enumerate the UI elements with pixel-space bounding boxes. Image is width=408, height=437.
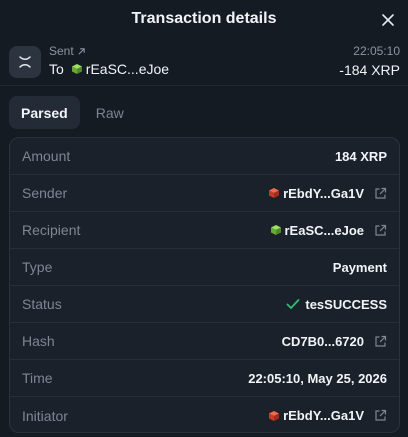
dialog-header: Transaction details (0, 0, 408, 40)
recipient-address: rEaSC...eJoe (85, 61, 170, 77)
detail-row-type: Type Payment (10, 249, 399, 286)
detail-row-amount: Amount 184 XRP (10, 138, 399, 175)
recipient-label: Recipient (22, 222, 81, 238)
sender-label: Sender (22, 185, 68, 201)
sender-address: rEbdY...Ga1V (283, 185, 364, 201)
detail-row-recipient: Recipient rEaSC...eJoe (10, 212, 399, 249)
hash-value-text: CD7B0...6720 (281, 333, 364, 349)
recipient-avatar-icon (270, 225, 281, 235)
initiator-avatar-icon (269, 410, 280, 421)
recipient-value: rEaSC...eJoe (270, 223, 388, 238)
transaction-amount: -184 XRP (339, 62, 400, 78)
initiator-value: rEbdY...Ga1V (268, 408, 387, 423)
dialog-title: Transaction details (131, 10, 277, 27)
time-label: Time (22, 370, 53, 386)
check-icon (286, 299, 300, 309)
external-link-icon[interactable] (374, 187, 387, 200)
initiator-label: Initiator (22, 407, 68, 424)
detail-row-sender: Sender rEbdY...Ga1V (10, 175, 399, 212)
amount-value-text: 184 XRP (334, 148, 387, 164)
direction-label: Sent (49, 44, 86, 58)
status-label: Status (22, 296, 62, 312)
status-value: tesSUCCESS (286, 297, 387, 312)
status-value-text: tesSUCCESS (305, 296, 387, 312)
tx-type-badge (9, 46, 41, 78)
close-button[interactable] (380, 12, 396, 28)
recipient-line: To rEaSC...eJoe (49, 61, 169, 77)
recipient-avatar-icon (71, 64, 82, 74)
time-value: 22:05:10, May 25, 2026 (248, 371, 387, 386)
external-link-icon[interactable] (374, 409, 387, 422)
tab-parsed[interactable]: Parsed (9, 96, 80, 129)
external-link-icon[interactable] (374, 224, 387, 237)
detail-row-status: Status tesSUCCESS (10, 286, 399, 323)
hash-label: Hash (22, 333, 55, 349)
detail-row-time: Time 22:05:10, May 25, 2026 (10, 360, 399, 397)
arrow-up-right-icon (78, 47, 85, 55)
hash-value: CD7B0...6720 (282, 334, 387, 349)
recipient-detail-address: rEaSC...eJoe (284, 222, 365, 238)
details-panel: Amount 184 XRP Sender rEbdY...Ga1V Recip… (9, 137, 400, 433)
tab-raw[interactable]: Raw (84, 96, 136, 129)
tx-type-icon (19, 56, 31, 68)
detail-row-hash: Hash CD7B0...6720 (10, 323, 399, 360)
type-value-text: Payment (332, 259, 387, 275)
initiator-address: rEbdY...Ga1V (283, 408, 364, 423)
type-value: Payment (333, 260, 387, 275)
transaction-summary: Sent To rEaSC...eJoe 22:05:10 -184 XRP (0, 40, 408, 86)
amount-value: 184 XRP (335, 149, 387, 164)
detail-row-initiator: Initiator rEbdY...Ga1V (10, 397, 399, 432)
view-tabs: Parsed Raw (9, 96, 136, 129)
sender-avatar-icon (269, 188, 280, 198)
to-prefix: To (49, 61, 64, 77)
close-icon (382, 14, 394, 26)
amount-label: Amount (22, 148, 71, 164)
transaction-time: 22:05:10 (353, 44, 400, 58)
sender-value: rEbdY...Ga1V (268, 186, 387, 201)
external-link-icon[interactable] (374, 335, 387, 348)
direction-text: Sent (49, 44, 74, 58)
time-value-text: 22:05:10, May 25, 2026 (248, 370, 387, 386)
type-label: Type (22, 259, 53, 275)
